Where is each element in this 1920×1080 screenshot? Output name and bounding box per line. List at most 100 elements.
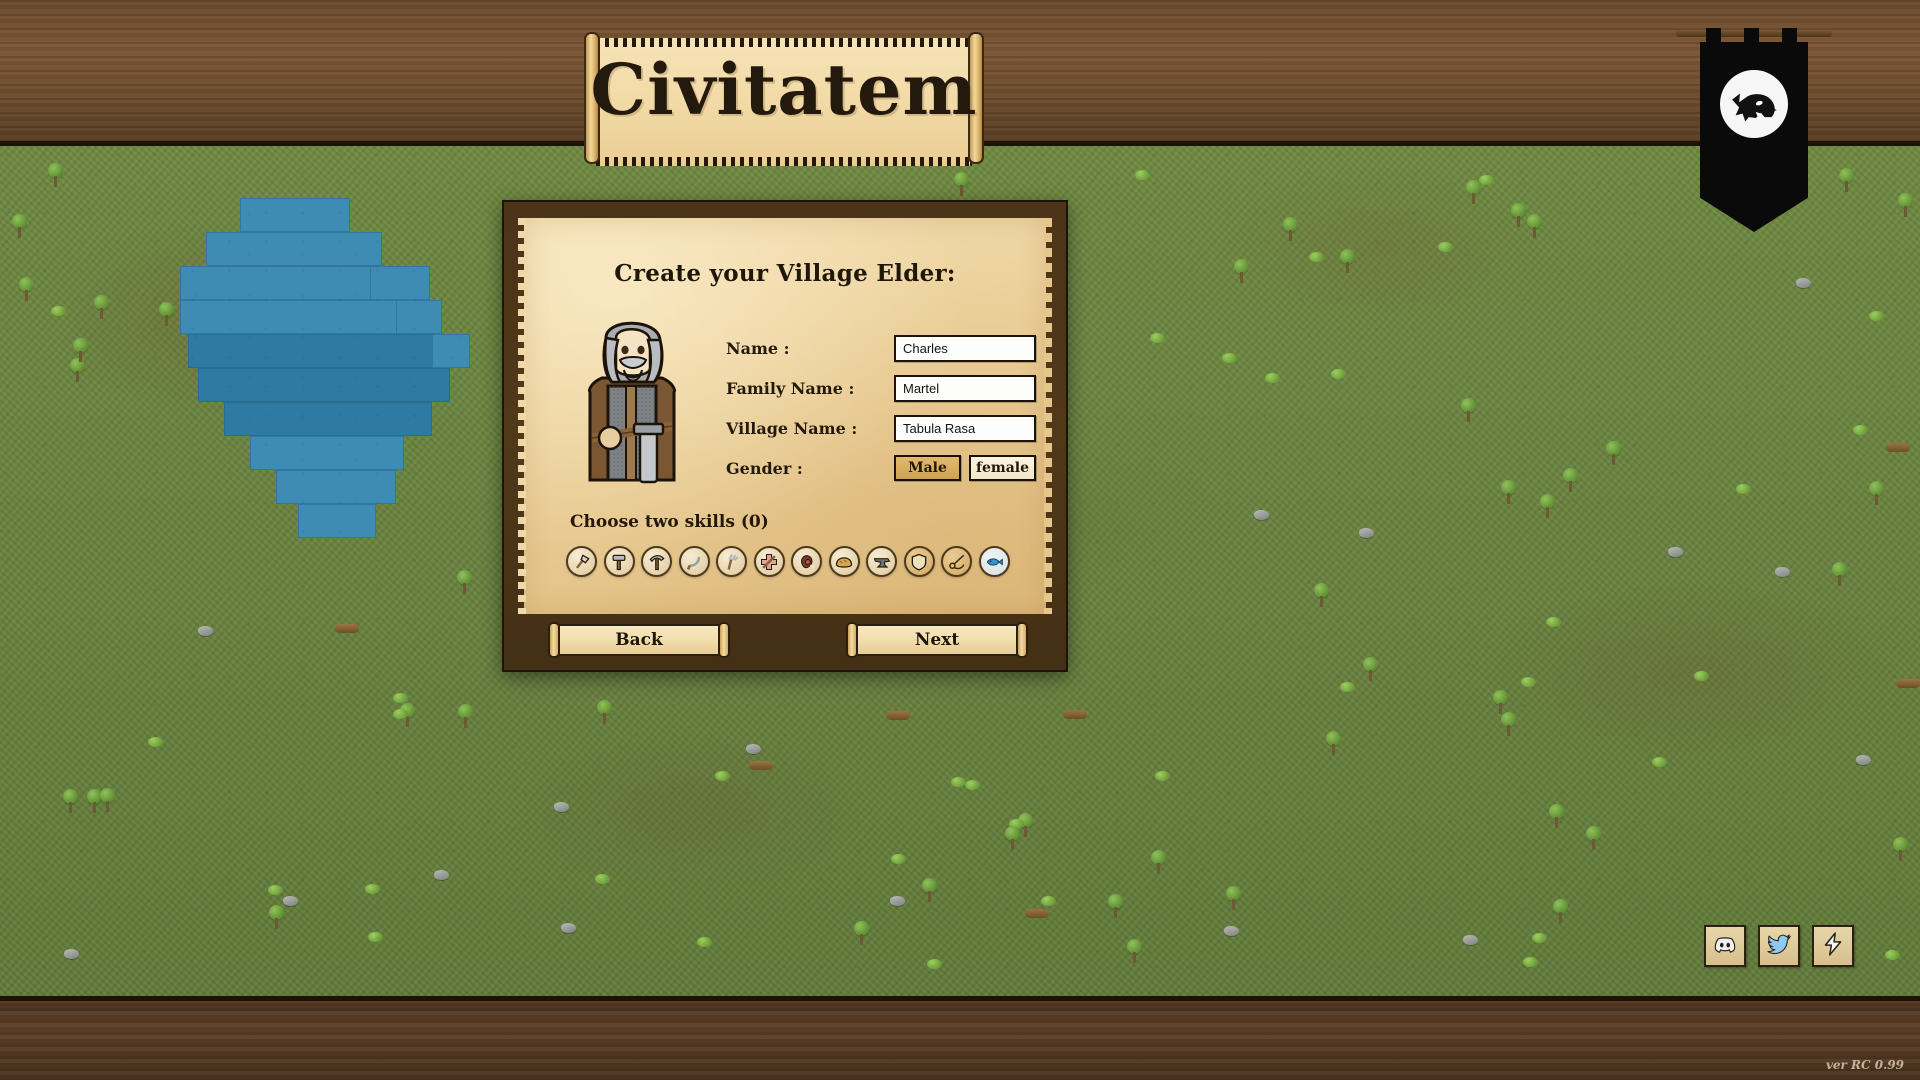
map-tree [1562, 468, 1579, 492]
map-bush [1736, 484, 1751, 494]
map-rock [283, 896, 298, 906]
map-tree [1233, 259, 1250, 283]
map-tree [99, 788, 116, 812]
map-log [1063, 710, 1087, 719]
map-tree [18, 277, 35, 301]
lake-tile [396, 300, 442, 334]
game-screen: Civitatem Create your Village Elder: Nam… [0, 0, 1920, 1080]
form-row-gender: Gender : Male female [726, 448, 1046, 488]
skill-anvil-icon[interactable] [866, 546, 897, 577]
map-tree [456, 570, 473, 594]
skill-hammer-icon[interactable] [603, 546, 635, 577]
map-bush [1438, 242, 1453, 252]
skill-fish-icon[interactable] [978, 546, 1010, 577]
map-tree [1510, 203, 1527, 227]
map-tree [1362, 657, 1379, 681]
wood-frame-bottom [0, 996, 1920, 1080]
back-button-label: Back [615, 630, 663, 650]
map-bush [1150, 333, 1165, 343]
map-bush [965, 780, 980, 790]
map-bush [891, 854, 906, 864]
discord-button[interactable] [1704, 925, 1746, 967]
map-rock [1359, 528, 1374, 538]
map-bush [927, 959, 942, 969]
twitter-button[interactable] [1758, 925, 1800, 967]
lake-tile [276, 470, 396, 504]
skill-axe-icon[interactable] [566, 546, 597, 577]
name-input[interactable]: Charles [894, 334, 1036, 362]
map-tree [1465, 180, 1482, 204]
family-name-input[interactable]: Martel [894, 374, 1036, 402]
map-tree [1552, 899, 1569, 923]
version-label: ver RC 0.99 [1825, 1058, 1904, 1072]
village-name-input[interactable]: Tabula Rasa [894, 414, 1036, 442]
map-rock [64, 949, 79, 959]
map-log [749, 761, 773, 770]
game-title: Civitatem [590, 48, 978, 131]
map-tree [1539, 494, 1556, 518]
map-bush [1521, 677, 1536, 687]
map-tree [1339, 249, 1356, 273]
lake [180, 198, 510, 548]
map-bush [951, 777, 966, 787]
skill-pickaxe-icon[interactable] [641, 546, 672, 577]
gender-options: Male female [894, 455, 1036, 481]
skill-meat-icon[interactable] [791, 546, 822, 577]
lake-tile [198, 368, 450, 402]
map-tree [1325, 731, 1342, 755]
map-log [1896, 679, 1920, 688]
next-button-roll-left [846, 622, 858, 658]
gender-option-female[interactable]: female [969, 455, 1036, 481]
back-button[interactable]: Back [548, 622, 730, 658]
map-tree [11, 214, 28, 238]
map-bush [1331, 369, 1346, 379]
map-bush [1523, 957, 1538, 967]
form-row-family-name: Family Name : Martel [726, 368, 1046, 408]
lake-tile [224, 402, 432, 436]
skills-label: Choose two skills (0) [570, 512, 769, 532]
lake-tile [206, 232, 382, 266]
skill-pitchfork-icon[interactable] [716, 546, 747, 577]
skill-sickle-icon[interactable] [678, 546, 710, 577]
skills-row [566, 546, 1010, 577]
map-rock [1856, 755, 1871, 765]
map-bush [368, 932, 383, 942]
form-row-name: Name : Charles [726, 328, 1046, 368]
lake-tile [432, 334, 470, 368]
skill-medicine-icon[interactable] [753, 546, 785, 577]
map-bush [1222, 353, 1237, 363]
next-button[interactable]: Next [846, 622, 1028, 658]
title-scroll: Civitatem [584, 14, 984, 176]
map-tree [1460, 398, 1477, 422]
map-rock [1775, 567, 1790, 577]
skill-shield-icon[interactable] [903, 546, 935, 577]
map-bush [1265, 373, 1280, 383]
map-tree [596, 700, 613, 724]
map-tree [158, 302, 175, 326]
map-tree [1126, 939, 1143, 963]
map-tree [62, 789, 79, 813]
map-bush [1546, 617, 1561, 627]
map-tree [1868, 481, 1885, 505]
map-rock [434, 870, 449, 880]
name-label: Name : [726, 338, 790, 358]
skill-bread-icon[interactable] [828, 546, 860, 577]
map-rock [1796, 278, 1811, 288]
map-tree [1492, 690, 1509, 714]
next-button-label: Next [914, 630, 960, 650]
map-log [335, 624, 359, 633]
social-links [1704, 925, 1854, 967]
discord-icon [1712, 931, 1738, 961]
map-rock [561, 923, 576, 933]
map-bush [595, 874, 610, 884]
map-bush [697, 937, 712, 947]
map-bush [1694, 671, 1709, 681]
form-row-village-name: Village Name : Tabula Rasa [726, 408, 1046, 448]
skill-needle-icon[interactable] [941, 546, 972, 577]
map-bush [148, 737, 163, 747]
news-button[interactable] [1812, 925, 1854, 967]
lightning-icon [1820, 931, 1846, 961]
back-button-paper: Back [557, 624, 721, 656]
gender-option-male[interactable]: Male [894, 455, 961, 481]
map-bush [1853, 425, 1868, 435]
